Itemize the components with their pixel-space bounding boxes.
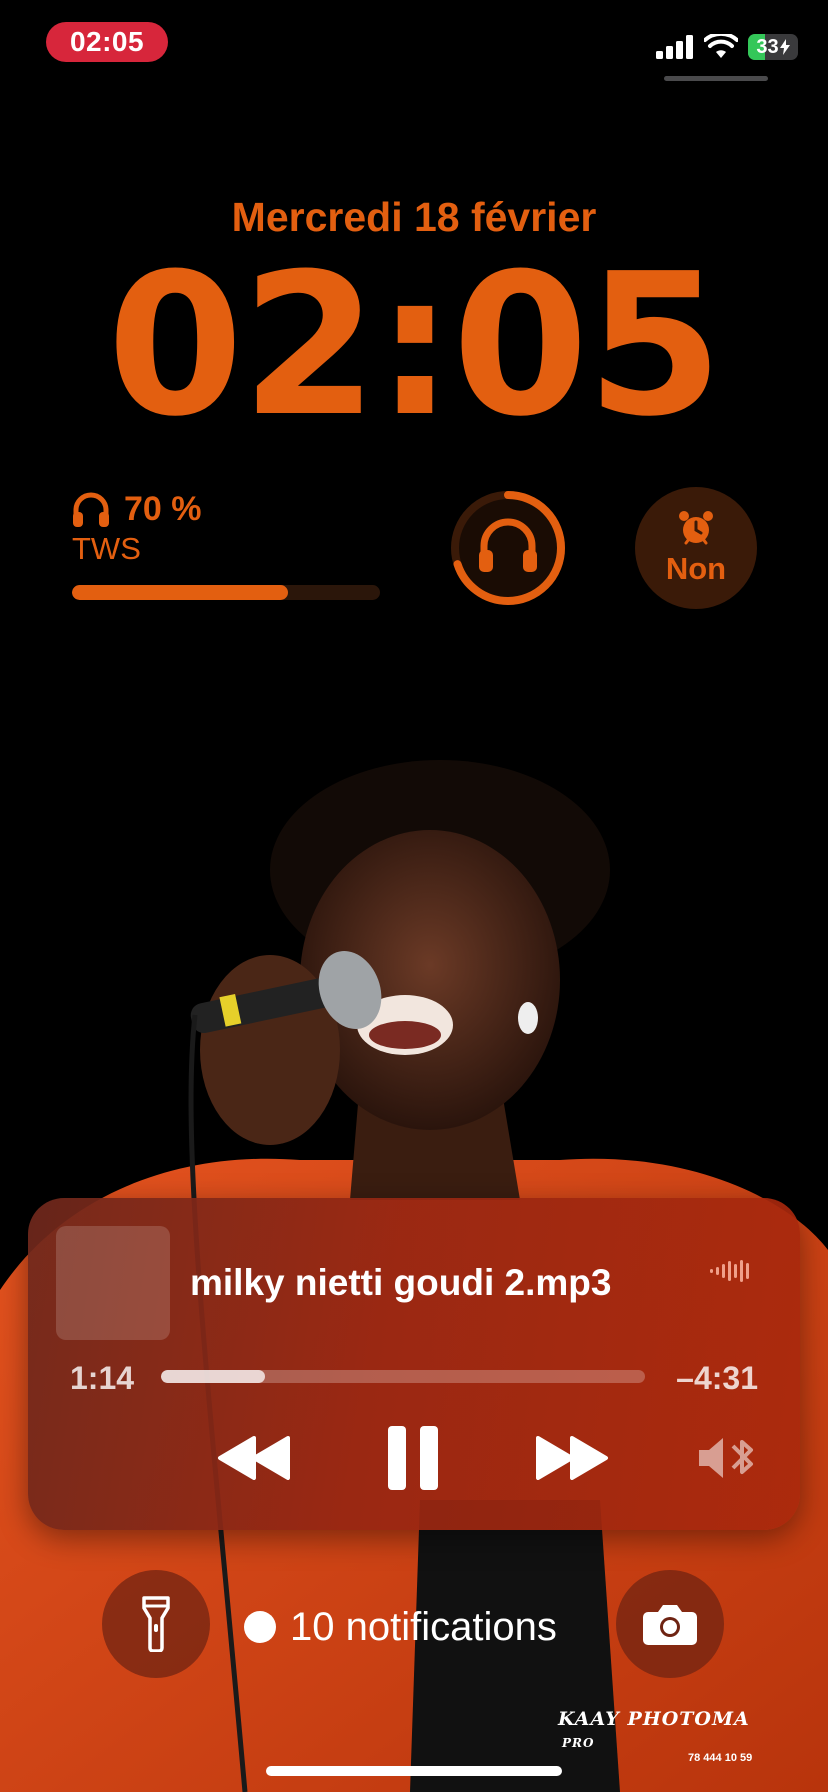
cellular-signal-icon xyxy=(656,35,693,59)
notification-dot-icon xyxy=(244,1611,276,1643)
alarm-clock-icon xyxy=(679,511,713,545)
flashlight-button[interactable] xyxy=(102,1570,210,1678)
audio-output-button[interactable] xyxy=(692,1426,762,1490)
charging-bolt-icon xyxy=(779,39,790,55)
flashlight-icon xyxy=(142,1596,170,1652)
alarm-widget[interactable]: Non xyxy=(635,487,757,609)
camera-icon xyxy=(643,1605,697,1645)
album-artwork[interactable] xyxy=(56,1226,170,1340)
headphone-device-name: TWS xyxy=(72,531,141,566)
now-playing-card[interactable]: milky nietti goudi 2.mp3 1:14 –4:31 xyxy=(28,1198,800,1530)
pause-icon xyxy=(388,1426,438,1490)
headphone-battery-row: 70 % xyxy=(72,490,382,529)
lock-screen: 02:05 33 Mercredi 18 février 02:05 70 % … xyxy=(0,0,828,1792)
watermark-phone: 78 444 10 59 xyxy=(688,1752,753,1764)
fast-forward-icon xyxy=(536,1436,608,1480)
fast-forward-button[interactable] xyxy=(532,1426,612,1490)
track-title[interactable]: milky nietti goudi 2.mp3 xyxy=(190,1262,670,1304)
status-icons: 33 xyxy=(656,30,798,64)
audio-waveform-icon xyxy=(710,1260,749,1282)
watermark-brand: KAAY PHOTOMA xyxy=(558,1708,750,1730)
home-indicator[interactable] xyxy=(266,1766,562,1776)
pause-button[interactable] xyxy=(380,1422,446,1494)
headphone-ring-widget[interactable] xyxy=(446,486,570,610)
speaker-bluetooth-icon xyxy=(699,1438,753,1478)
wifi-icon xyxy=(704,34,738,58)
headphone-battery-bar-fill xyxy=(72,585,288,600)
status-time: 02:05 xyxy=(69,26,145,57)
battery-charging-icon: 33 xyxy=(748,34,798,60)
remaining-time: –4:31 xyxy=(676,1360,758,1396)
camera-button[interactable] xyxy=(616,1570,724,1678)
headphone-battery-widget[interactable]: 70 % TWS xyxy=(72,490,382,602)
headphone-battery-bar xyxy=(72,585,380,600)
alarm-label: Non xyxy=(665,551,727,586)
notifications-count: 10 notifications xyxy=(290,1604,557,1649)
status-time-pill[interactable]: 02:05 xyxy=(46,22,168,62)
watermark-brand-row: KAAY PHOTOMA PRO xyxy=(558,1708,778,1752)
lock-clock[interactable]: 02:05 xyxy=(0,246,828,446)
playback-scrubber[interactable] xyxy=(161,1370,645,1383)
rewind-button[interactable] xyxy=(214,1426,294,1490)
control-center-grabber[interactable] xyxy=(664,76,768,81)
rewind-icon xyxy=(218,1436,290,1480)
photographer-watermark: KAAY PHOTOMA PRO 78 444 10 59 xyxy=(558,1708,778,1764)
battery-level: 33 xyxy=(756,35,779,58)
elapsed-time: 1:14 xyxy=(70,1360,135,1396)
headphones-icon xyxy=(73,492,109,527)
notifications-summary[interactable]: 10 notifications xyxy=(244,1600,557,1654)
headphone-battery-percent: 70 % xyxy=(124,490,202,528)
playback-scrubber-fill xyxy=(161,1370,265,1383)
watermark-suffix: PRO xyxy=(562,1736,595,1750)
